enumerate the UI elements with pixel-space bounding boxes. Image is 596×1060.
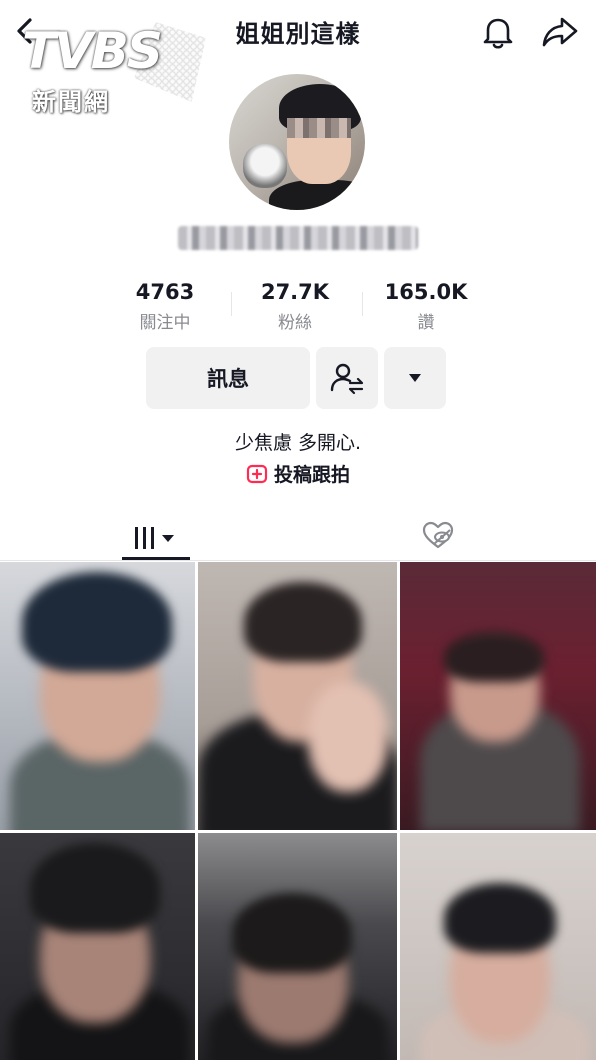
watermark-sub: 新聞網 xyxy=(32,88,110,116)
link-label: 投稿跟拍 xyxy=(273,464,350,486)
video-thumbnail[interactable] xyxy=(400,562,596,830)
stat-divider xyxy=(362,292,363,316)
share-button[interactable] xyxy=(538,12,582,52)
video-grid xyxy=(0,562,596,1060)
profile-bio: 少焦慮 多開心. xyxy=(234,432,362,454)
follow-back-button[interactable] xyxy=(316,347,378,409)
active-tab-indicator xyxy=(122,557,190,560)
following-count: 4763 xyxy=(135,280,195,304)
caret-down-icon xyxy=(409,374,421,382)
grid-bars-icon xyxy=(135,527,174,549)
stat-divider xyxy=(231,292,232,316)
tab-videos[interactable] xyxy=(122,515,190,561)
stat-following[interactable]: 4763 關注中 xyxy=(105,280,225,333)
video-thumbnail[interactable] xyxy=(0,833,195,1060)
followers-count: 27.7K xyxy=(260,280,330,304)
user-swap-icon xyxy=(330,363,364,395)
tvbs-watermark-logo: TVBS 新聞網 xyxy=(14,22,206,116)
video-thumbnail[interactable] xyxy=(0,562,195,830)
followers-label: 粉絲 xyxy=(278,313,312,333)
video-thumbnail[interactable] xyxy=(400,833,596,1060)
following-label: 關注中 xyxy=(139,313,191,333)
profile-avatar[interactable] xyxy=(229,74,365,210)
content-tabs xyxy=(0,505,596,561)
blurred-username xyxy=(178,226,418,250)
add-box-icon xyxy=(246,464,268,483)
video-thumbnail[interactable] xyxy=(198,562,397,830)
avatar-cat xyxy=(243,144,287,188)
stat-likes[interactable]: 165.0K 讚 xyxy=(366,280,486,333)
share-icon xyxy=(542,17,578,47)
watermark-brand: TVBS xyxy=(22,22,163,80)
avatar-pixelation xyxy=(287,118,351,138)
video-thumbnail[interactable] xyxy=(198,833,397,1060)
likes-count: 165.0K xyxy=(384,280,468,304)
tab-liked-hidden[interactable] xyxy=(410,515,466,555)
message-button[interactable]: 訊息 xyxy=(146,347,310,409)
bell-icon xyxy=(483,18,513,49)
avatar-shirt xyxy=(269,180,365,210)
hidden-heart-icon xyxy=(422,521,454,549)
submit-follow-shoot-link[interactable]: 投稿跟拍 xyxy=(0,460,596,487)
more-options-button[interactable] xyxy=(384,347,446,409)
likes-label: 讚 xyxy=(417,313,435,333)
notifications-button[interactable] xyxy=(478,12,518,52)
stat-followers[interactable]: 27.7K 粉絲 xyxy=(235,280,355,333)
